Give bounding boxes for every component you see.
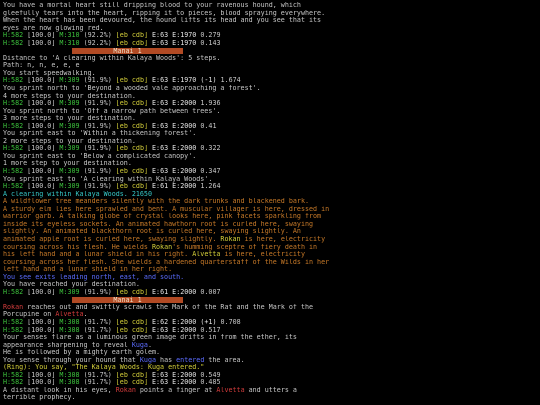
output-line: You sense through your hound that Kuga h… — [3, 356, 245, 364]
output-line: Path: n, n, e, e, e — [3, 62, 80, 70]
mud-terminal-output: You have a mortal heart still dripping b… — [0, 0, 540, 405]
status-prompt: H:582 [100.0] M:309 (91.9%) [eb cdb] E:6… — [3, 100, 221, 108]
output-line: He is followed by a mighty earth golem. — [3, 349, 161, 357]
output-line: You sprint east to 'Below a complicated … — [3, 152, 197, 160]
output-line: 1 more step to your destination. — [3, 160, 132, 168]
room-description: warrior garb. A talking globe of crystal… — [3, 213, 322, 221]
output-line: Porcupine on Alvetta. — [3, 311, 88, 319]
output-line: You have reached your destination. — [3, 281, 140, 289]
status-prompt: H:582 [100.0] M:310 (92.2%) [eb cdb] E:6… — [3, 39, 221, 47]
output-line: Your senses flare as a luminous green im… — [3, 334, 297, 342]
status-prompt: H:582 [100.0] M:308 (91.7%) [eb cdb] E:6… — [3, 379, 221, 387]
status-prompt: H:582 [100.0] M:308 (91.7%) [eb cdb] E:6… — [3, 371, 221, 379]
room-description: coursing across her flesh. She wields a … — [3, 258, 330, 266]
status-prompt: H:582 [100.0] M:309 (91.9%) [eb cdb] E:6… — [3, 145, 221, 153]
status-prompt: H:582 [100.0] M:308 (91.7%) [eb cdb] E:6… — [3, 318, 241, 326]
output-line: Distance to 'A clearing within Kalaya Wo… — [3, 54, 221, 62]
output-line: You have a mortal heart still dripping b… — [3, 2, 301, 9]
output-line: When the heart has been devoured, the ho… — [3, 17, 322, 25]
output-line: You sprint north to 'Off a narrow path b… — [3, 107, 221, 115]
status-prompt: H:582 [100.0] M:309 (91.9%) [eb cdb] E:6… — [3, 168, 221, 176]
room-description: animated apple root is curled here, sway… — [3, 235, 326, 243]
output-line: eyes are now glowing red. — [3, 24, 104, 32]
room-description: left hand and a lunar shield in her righ… — [3, 266, 173, 274]
status-prompt: H:582 [100.0] M:309 (91.9%) [eb cdb] E:6… — [3, 183, 221, 191]
output-line: appearance sharpening to reveal Kuga. — [3, 341, 152, 349]
output-line: 2 more steps to your destination. — [3, 137, 136, 145]
status-prompt: H:582 [100.0] M:310 (92.2%) [eb cdb] E:6… — [3, 32, 221, 40]
balance-bar: Manai 1 — [3, 296, 540, 304]
output-line: You sprint east to 'Within a thickening … — [3, 130, 197, 138]
balance-bar-label: Manai 1 — [72, 48, 183, 55]
output-line: 3 more steps to your destination. — [3, 115, 136, 123]
status-prompt: H:582 [100.0] M:309 (91.9%) [eb cdb] E:6… — [3, 122, 217, 130]
output-line: 4 more steps to your destination. — [3, 92, 136, 100]
status-prompt: H:582 [100.0] M:308 (91.7%) [eb cdb] E:6… — [3, 326, 221, 334]
room-description: slightly. An animated blackthorn root is… — [3, 228, 301, 236]
room-title: A clearing within Kalaya Woods. 21650 — [3, 190, 152, 198]
output-line: gleefully tears into the heart, ripping … — [3, 9, 326, 17]
output-line: You start speedwalking. — [3, 69, 96, 77]
status-prompt: H:582 [100.0] M:309 (91.9%) [eb cdb] E:6… — [3, 288, 221, 296]
room-description: inside its eyeless sockets. An animated … — [3, 220, 314, 228]
output-line: terrible prophecy. — [3, 394, 76, 402]
output-line: You sprint east to 'A clearing within Ka… — [3, 175, 213, 183]
balance-bar-label: Manai 1 — [72, 297, 183, 304]
ring-channel-message: (Ring): You say, "The Kalaya Woods: Kuga… — [3, 364, 205, 372]
balance-bar: Manai 1 — [3, 47, 540, 55]
status-prompt: H:582 [100.0] M:309 (91.9%) [eb cdb] E:6… — [3, 77, 241, 85]
room-exits: You see exits leading north, east, and s… — [3, 273, 185, 281]
output-line: Rokan reaches out and swiftly scrawls th… — [3, 303, 314, 311]
room-description: coursing across his flesh. He wields Rok… — [3, 243, 318, 251]
output-line: A distant look in his eyes, Rokan points… — [3, 386, 297, 394]
room-description: his left hand and a lunar shield in his … — [3, 251, 305, 259]
output-line: You sprint north to 'Beyond a wooded val… — [3, 85, 261, 93]
room-description: A sturdy elm lies here sprawled and bent… — [3, 205, 330, 213]
room-description: A wildflower tree meanders silently with… — [3, 198, 309, 206]
